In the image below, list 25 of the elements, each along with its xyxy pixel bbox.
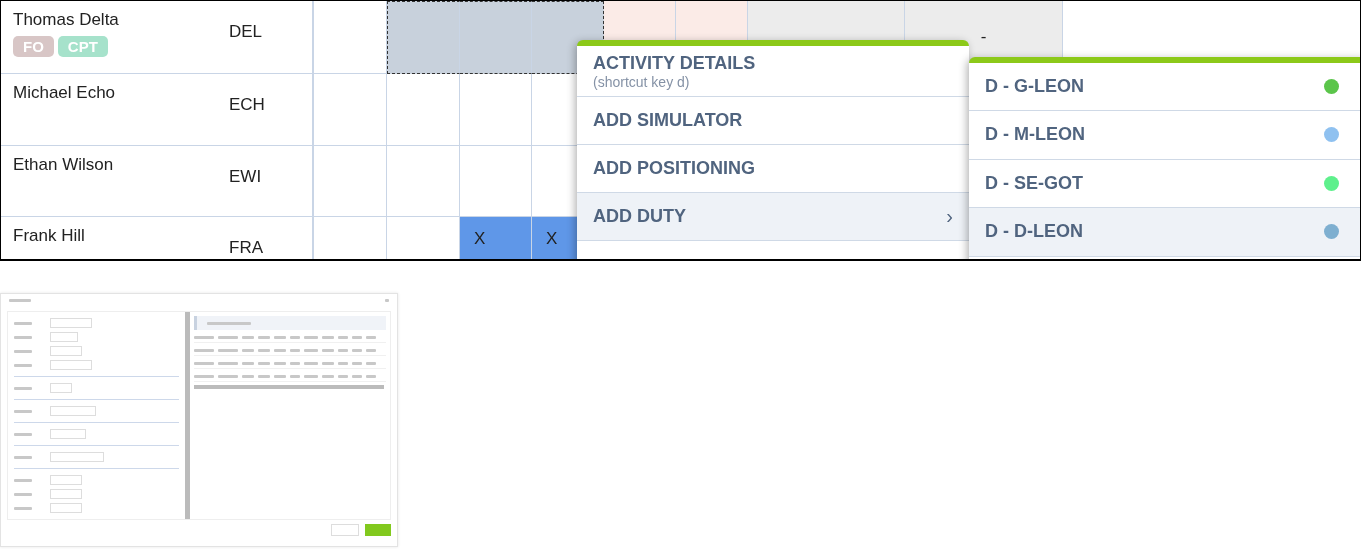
chevron-icon: › [946, 205, 953, 228]
roster-cell[interactable] [460, 74, 532, 146]
crew-code: EWI [229, 167, 262, 187]
roster-cell[interactable] [314, 146, 387, 217]
position-badge: FO [13, 36, 54, 57]
crew-name: Frank Hill [13, 226, 86, 246]
position-badge: CPT [57, 36, 108, 57]
crew-code: DEL [229, 22, 263, 42]
crew-code: FRA [229, 238, 263, 258]
menu-item[interactable]: ADD DUTY › [577, 193, 969, 241]
roster-cell[interactable] [387, 146, 460, 217]
crew-name: Ethan Wilson [13, 155, 115, 175]
submenu-item[interactable]: D - M-LEON [969, 111, 1360, 160]
submenu-item[interactable]: D - D-LEON [969, 208, 1360, 257]
menu-item[interactable]: ACTIVITY DETAILS (shortcut key d) [577, 46, 969, 97]
menu-item-label: ACTIVITY DETAILS [593, 52, 756, 74]
crew-name: Michael Echo [13, 83, 117, 103]
crew-name: Thomas Delta [13, 10, 120, 30]
shortcut-hint: (shortcut key d) [593, 73, 691, 90]
crew-code: ECH [229, 95, 265, 115]
roster-cell[interactable] [387, 74, 460, 146]
duty-cell[interactable]: X [460, 217, 532, 259]
selected-cell[interactable] [460, 1, 532, 74]
roster-cell[interactable] [314, 74, 387, 146]
selected-cell[interactable] [387, 1, 460, 74]
